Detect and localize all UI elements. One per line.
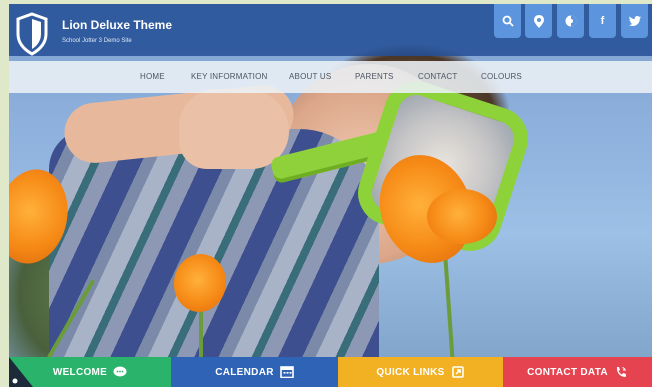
nav-contact[interactable]: CONTACT — [418, 72, 457, 81]
orange-flower — [427, 189, 497, 244]
welcome-tile[interactable]: WELCOME — [9, 357, 171, 387]
calendar-tile[interactable]: CALENDAR — [171, 357, 338, 387]
calendar-icon — [279, 366, 294, 378]
flower-stem — [199, 304, 203, 364]
map-pin-icon — [533, 14, 544, 28]
site-header: Lion Deluxe Theme School Jotter 3 Demo S… — [9, 4, 652, 56]
search-icon — [502, 15, 514, 27]
welcome-label: WELCOME — [52, 366, 108, 378]
shield-logo-icon[interactable] — [15, 12, 49, 56]
page: Lion Deluxe Theme School Jotter 3 Demo S… — [9, 4, 652, 387]
chat-icon — [113, 366, 127, 377]
nav-home[interactable]: HOME — [140, 72, 165, 81]
nav-key-information[interactable]: KEY INFORMATION — [191, 72, 268, 81]
corner-badge-icon — [9, 357, 33, 387]
facebook-icon: f — [600, 15, 605, 27]
map-button[interactable] — [525, 4, 552, 38]
translate-button[interactable] — [557, 4, 584, 38]
nav-about-us[interactable]: ABOUT US — [289, 72, 331, 81]
external-link-icon — [451, 366, 464, 378]
nav-colours[interactable]: COLOURS — [481, 72, 522, 81]
phone-icon — [616, 367, 626, 377]
twitter-button[interactable] — [621, 4, 648, 38]
flower-stem — [443, 253, 455, 365]
main-nav: HOME KEY INFORMATION ABOUT US PARENTS CO… — [9, 61, 652, 93]
nav-parents[interactable]: PARENTS — [355, 72, 394, 81]
site-subtitle: School Jotter 3 Demo Site — [62, 38, 132, 44]
hero-hand — [179, 89, 289, 169]
translate-icon — [565, 15, 576, 27]
contact-data-tile[interactable]: CONTACT DATA — [503, 357, 652, 387]
facebook-button[interactable]: f — [589, 4, 616, 38]
search-button[interactable] — [494, 4, 521, 38]
contact-data-label: CONTACT DATA — [527, 366, 608, 378]
twitter-icon — [628, 16, 641, 26]
site-title[interactable]: Lion Deluxe Theme — [62, 18, 172, 32]
calendar-label: CALENDAR — [215, 366, 274, 378]
quick-links-label: QUICK LINKS — [376, 366, 445, 378]
quick-links-tile[interactable]: QUICK LINKS — [338, 357, 503, 387]
